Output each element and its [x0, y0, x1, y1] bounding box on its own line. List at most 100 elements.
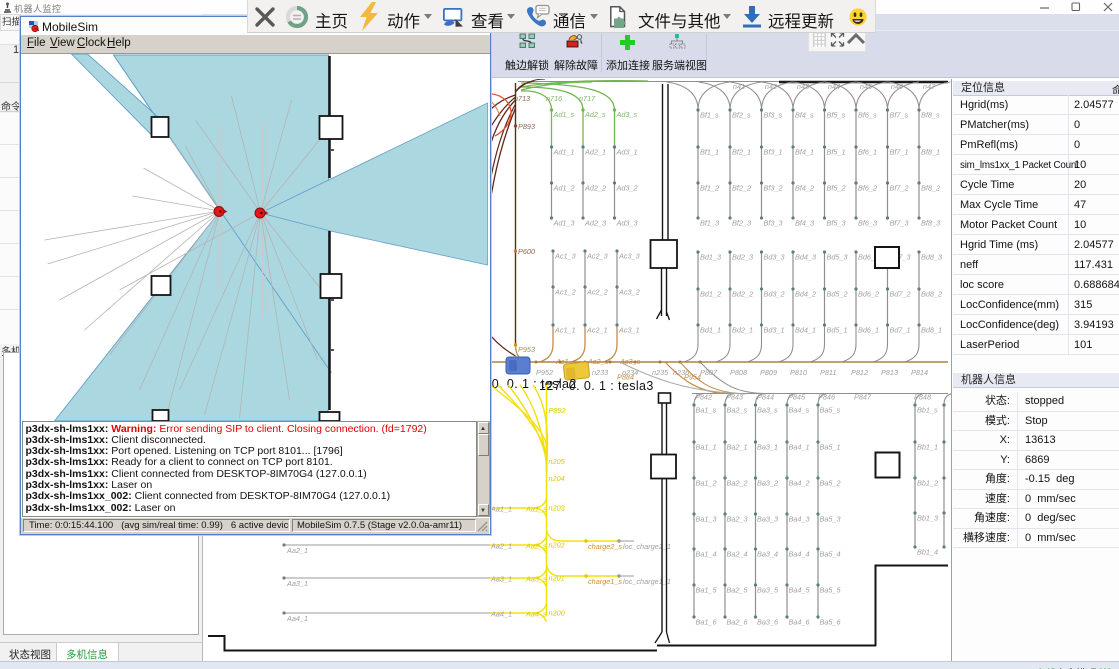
- svg-text:Aa3_1: Aa3_1: [286, 579, 308, 588]
- svg-text:Bb1_3: Bb1_3: [917, 514, 938, 523]
- svg-text:Ba1_5: Ba1_5: [696, 586, 718, 595]
- svg-text:Bd3_1: Bd3_1: [764, 326, 785, 335]
- svg-text:Ac2_3: Ac2_3: [586, 252, 608, 261]
- svg-text:Ba4_5: Ba4_5: [789, 586, 811, 595]
- svg-text:Bf6_3: Bf6_3: [858, 219, 877, 228]
- svg-text:Ad3_2: Ad3_2: [616, 184, 638, 193]
- svg-text:Ba3_2: Ba3_2: [757, 479, 778, 488]
- svg-text:P810: P810: [790, 368, 807, 377]
- svg-text:Aa4_1: Aa4_1: [286, 614, 308, 623]
- svg-text:Bd6_1: Bd6_1: [858, 326, 879, 335]
- svg-text:Bf8_3: Bf8_3: [921, 219, 940, 228]
- svg-text:Bd5_1: Bd5_1: [827, 326, 848, 335]
- svg-text:P813: P813: [881, 368, 898, 377]
- svg-text:Ba4_s: Ba4_s: [789, 406, 810, 415]
- svg-text:Ba3_3: Ba3_3: [757, 515, 778, 524]
- svg-text:Bf2_2: Bf2_2: [732, 184, 751, 193]
- svg-text:Ba5_s: Ba5_s: [820, 406, 841, 415]
- svg-text:Bf2_1: Bf2_1: [732, 148, 751, 157]
- svg-text:Ac3_2: Ac3_2: [618, 288, 640, 297]
- svg-text:n235: n235: [652, 368, 669, 377]
- svg-text:P844: P844: [757, 393, 774, 402]
- svg-text:n205: n205: [549, 457, 566, 466]
- svg-text:Bb1_s: Bb1_s: [917, 406, 938, 415]
- svg-text:Ba3_5: Ba3_5: [757, 586, 779, 595]
- svg-text:Ba5_1: Ba5_1: [820, 443, 841, 452]
- svg-text:Bf8_1: Bf8_1: [921, 148, 940, 157]
- svg-text:Ad3_1: Ad3_1: [616, 148, 638, 157]
- svg-text:Ba2_5: Ba2_5: [727, 586, 749, 595]
- svg-text:Bd1_2: Bd1_2: [700, 290, 721, 299]
- svg-text:loc_charge2_1: loc_charge2_1: [623, 542, 671, 551]
- svg-text:Bd4_1: Bd4_1: [795, 326, 816, 335]
- svg-text:P893: P893: [518, 122, 535, 131]
- svg-text:Bb1_1: Bb1_1: [917, 443, 938, 452]
- svg-text:charge2_s: charge2_s: [588, 542, 622, 551]
- svg-text:Bf8_2: Bf8_2: [921, 184, 940, 193]
- svg-text:Ba5_2: Ba5_2: [820, 479, 841, 488]
- svg-text:Ba1_6: Ba1_6: [696, 618, 718, 627]
- svg-text:n44: n44: [828, 82, 840, 91]
- svg-text:Bd1_1: Bd1_1: [700, 326, 721, 335]
- svg-text:Ad3_3: Ad3_3: [616, 219, 638, 228]
- svg-text:n42: n42: [765, 82, 777, 91]
- svg-text:Bf7_2: Bf7_2: [890, 184, 909, 193]
- svg-text:Ac3_3: Ac3_3: [618, 252, 640, 261]
- svg-text:Ac3_1: Ac3_1: [618, 326, 640, 335]
- svg-text:Bd2_2: Bd2_2: [732, 290, 753, 299]
- svg-text:Ba3_4: Ba3_4: [757, 550, 778, 559]
- svg-text:Ba2_6: Ba2_6: [727, 618, 749, 627]
- svg-text:Ba4_3: Ba4_3: [789, 515, 810, 524]
- svg-text:Aa1_s: Aa1_s: [525, 505, 547, 514]
- svg-text:Ac1_2: Ac1_2: [554, 288, 576, 297]
- svg-text:P952: P952: [536, 368, 553, 377]
- svg-text:Bf5_s: Bf5_s: [827, 111, 846, 120]
- svg-text:Ad1_s: Ad1_s: [553, 110, 575, 119]
- svg-text:Ba2_4: Ba2_4: [727, 550, 748, 559]
- svg-text:Ba5_5: Ba5_5: [820, 586, 842, 595]
- svg-text:Aa3_s: Aa3_s: [525, 575, 547, 584]
- svg-text:P600: P600: [518, 247, 535, 256]
- svg-text:Bf2_s: Bf2_s: [732, 111, 751, 120]
- svg-text:Bf1_3: Bf1_3: [700, 219, 719, 228]
- svg-text:Bf1_s: Bf1_s: [700, 111, 719, 120]
- svg-text:n45: n45: [860, 82, 873, 91]
- svg-text:Bd2_1: Bd2_1: [732, 326, 753, 335]
- svg-text:n43: n43: [797, 82, 809, 91]
- svg-text:Ba1_1: Ba1_1: [696, 443, 717, 452]
- svg-text:P811: P811: [820, 368, 837, 377]
- svg-text:Bd8_1: Bd8_1: [921, 326, 942, 335]
- svg-text:P892: P892: [549, 406, 566, 415]
- svg-text:Ad2_3: Ad2_3: [584, 219, 606, 228]
- svg-text:Ba4_1: Ba4_1: [789, 443, 810, 452]
- svg-text:n41: n41: [733, 82, 745, 91]
- svg-text:P953: P953: [518, 345, 535, 354]
- svg-text:Ba3_6: Ba3_6: [757, 618, 779, 627]
- svg-text:Bd4_2: Bd4_2: [795, 290, 816, 299]
- svg-text:P845: P845: [788, 393, 806, 402]
- svg-text:Bf2_3: Bf2_3: [732, 219, 751, 228]
- svg-text:Aa4_1: Aa4_1: [490, 610, 512, 619]
- svg-text:Ac1_1: Ac1_1: [554, 326, 576, 335]
- svg-text:Ba5_3: Ba5_3: [820, 515, 841, 524]
- svg-text:Bf3_1: Bf3_1: [764, 148, 783, 157]
- svg-text:n203: n203: [549, 504, 565, 513]
- svg-text:Bb1_4: Bb1_4: [917, 548, 938, 557]
- svg-text:n204: n204: [549, 474, 565, 483]
- svg-text:Ba5_6: Ba5_6: [820, 618, 842, 627]
- svg-text:Bf4_s: Bf4_s: [795, 111, 814, 120]
- svg-text:Bf7_3: Bf7_3: [890, 219, 909, 228]
- svg-text:n201: n201: [549, 574, 565, 583]
- svg-text:Aa4_s: Aa4_s: [525, 610, 547, 619]
- svg-text:Ba1_4: Ba1_4: [696, 550, 717, 559]
- svg-text:charge1_s: charge1_s: [588, 577, 622, 586]
- svg-text:n713: n713: [514, 94, 530, 103]
- svg-text:Bd5_3: Bd5_3: [827, 253, 848, 262]
- svg-text:Aa3_1: Aa3_1: [490, 575, 512, 584]
- svg-text:Bd3_3: Bd3_3: [764, 253, 785, 262]
- svg-text:Aa1_1: Aa1_1: [490, 505, 512, 514]
- svg-text:Ad2_s: Ad2_s: [584, 110, 606, 119]
- svg-text:P809: P809: [760, 368, 777, 377]
- svg-text:Ac1_3: Ac1_3: [554, 252, 576, 261]
- svg-text:Bf7_s: Bf7_s: [890, 111, 909, 120]
